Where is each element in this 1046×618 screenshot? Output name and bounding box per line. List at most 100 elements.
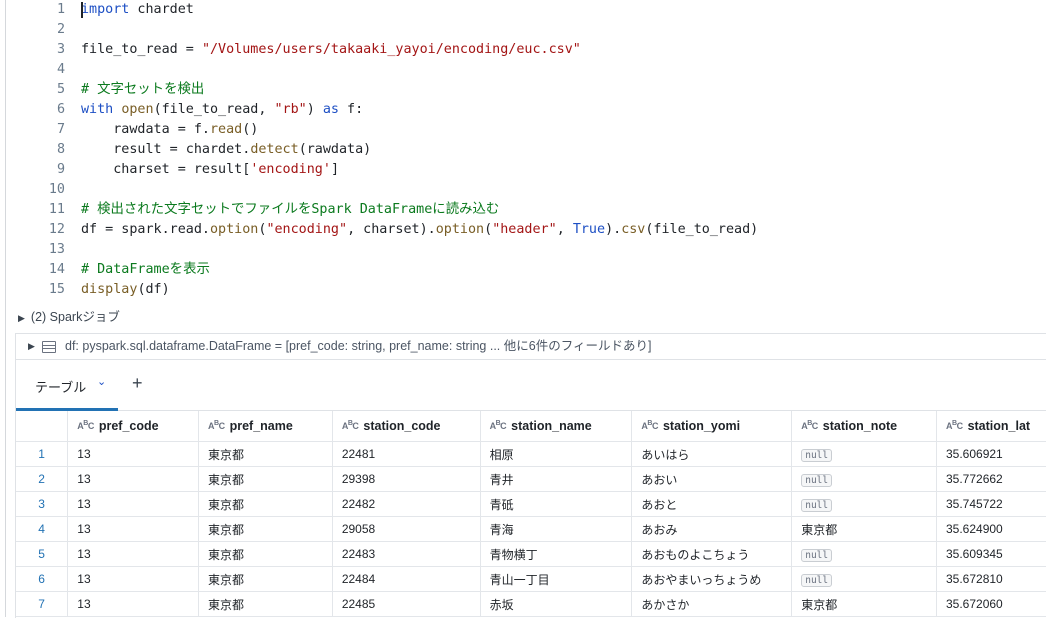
add-tab-button[interactable]: + <box>132 373 143 393</box>
code-line[interactable]: 5# 文字セットを検出 <box>0 80 1046 100</box>
column-header-label: pref_code <box>99 419 159 433</box>
table-row[interactable]: 613東京都22484青山一丁目あおやまいっちょうめnull35.672810 <box>16 567 1046 592</box>
tab-table[interactable]: テーブル ⌄ <box>16 360 118 410</box>
table-cell: 35.745722 <box>937 492 1046 517</box>
table-cell: 東京都 <box>199 542 333 567</box>
row-index: 4 <box>16 517 68 542</box>
line-number: 14 <box>0 260 65 280</box>
row-index: 1 <box>16 442 68 467</box>
dataframe-schema-label: df: pyspark.sql.dataframe.DataFrame = [p… <box>65 334 651 359</box>
result-tabs: テーブル ⌄ + <box>16 360 1046 411</box>
table-cell: あおものよこちょう <box>632 542 792 567</box>
table-cell: null <box>792 492 937 517</box>
code-line[interactable]: 2 <box>0 20 1046 40</box>
null-badge: null <box>801 474 832 487</box>
table-cell: 13 <box>68 442 199 467</box>
code-editor[interactable]: 1import chardet23file_to_read = "/Volume… <box>0 0 1046 302</box>
table-cell: 東京都 <box>199 467 333 492</box>
table-row[interactable]: 713東京都22485赤坂あかさか東京都35.672060 <box>16 592 1046 617</box>
table-cell: 22485 <box>332 592 480 617</box>
column-header-label: station_lat <box>968 419 1031 433</box>
code-line[interactable]: 9 charset = result['encoding'] <box>0 160 1046 180</box>
chevron-down-icon[interactable]: ⌄ <box>97 375 106 388</box>
code-line[interactable]: 14# DataFrameを表示 <box>0 260 1046 280</box>
results-table: ABCpref_codeABCpref_nameABCstation_codeA… <box>16 411 1046 617</box>
code-text: display(df) <box>81 280 170 300</box>
code-line[interactable]: 13 <box>0 240 1046 260</box>
code-line[interactable]: 6with open(file_to_read, "rb") as f: <box>0 100 1046 120</box>
table-cell: 35.609345 <box>937 542 1046 567</box>
code-text: # 検出された文字セットでファイルをSpark DataFrameに読み込む <box>81 200 499 220</box>
table-cell: 29058 <box>332 517 480 542</box>
table-icon <box>42 341 56 353</box>
code-text: df = spark.read.option("encoding", chars… <box>81 220 758 240</box>
row-index: 7 <box>16 592 68 617</box>
code-line[interactable]: 10 <box>0 180 1046 200</box>
line-number: 3 <box>0 40 65 60</box>
column-header-pref-code[interactable]: ABC pref_code <box>68 411 199 442</box>
table-cell: null <box>792 467 937 492</box>
table-cell: 赤坂 <box>480 592 632 617</box>
tab-table-label: テーブル <box>35 377 86 396</box>
table-cell: 29398 <box>332 467 480 492</box>
code-text: charset = result['encoding'] <box>81 160 339 180</box>
table-row[interactable]: 113東京都22481相原あいはらnull35.606921 <box>16 442 1046 467</box>
code-line[interactable]: 8 result = chardet.detect(rawdata) <box>0 140 1046 160</box>
column-header-station-lat[interactable]: ABCstation_lat <box>937 411 1046 442</box>
line-number: 10 <box>0 180 65 200</box>
line-number: 8 <box>0 140 65 160</box>
table-cell: 青物横丁 <box>480 542 632 567</box>
row-index: 3 <box>16 492 68 517</box>
table-row[interactable]: 413東京都29058青海あおみ東京都35.624900 <box>16 517 1046 542</box>
text-cursor <box>81 2 83 18</box>
column-header-label: station_name <box>511 419 592 433</box>
code-line[interactable]: 4 <box>0 60 1046 80</box>
column-header-station-note[interactable]: ABCstation_note <box>792 411 937 442</box>
line-number: 6 <box>0 100 65 120</box>
null-badge: null <box>801 499 832 512</box>
table-cell: 13 <box>68 542 199 567</box>
null-badge: null <box>801 574 832 587</box>
table-cell: 22484 <box>332 567 480 592</box>
table-row[interactable]: 313東京都22482青砥あおとnull35.745722 <box>16 492 1046 517</box>
column-header-pref-name[interactable]: ABCpref_name <box>199 411 333 442</box>
code-text: rawdata = f.read() <box>81 120 258 140</box>
spark-jobs-toggle[interactable]: ▶(2) Sparkジョブ <box>18 308 120 326</box>
column-header-station-code[interactable]: ABCstation_code <box>332 411 480 442</box>
table-cell: 東京都 <box>199 442 333 467</box>
table-cell: 13 <box>68 592 199 617</box>
code-text: result = chardet.detect(rawdata) <box>81 140 371 160</box>
code-line[interactable]: 3file_to_read = "/Volumes/users/takaaki_… <box>0 40 1046 60</box>
line-number: 4 <box>0 60 65 80</box>
line-number: 1 <box>0 0 65 20</box>
table-cell: 22483 <box>332 542 480 567</box>
code-line[interactable]: 15 display(df) <box>0 280 1046 300</box>
line-number: 15 <box>0 280 65 300</box>
string-type-icon: ABC <box>77 421 94 431</box>
table-cell: あかさか <box>632 592 792 617</box>
table-row[interactable]: 213東京都29398青井あおいnull35.772662 <box>16 467 1046 492</box>
dataframe-schema-toggle[interactable]: ▶ df: pyspark.sql.dataframe.DataFrame = … <box>16 334 1046 360</box>
table-cell: 22482 <box>332 492 480 517</box>
column-header-label: station_yomi <box>663 419 740 433</box>
table-cell: null <box>792 442 937 467</box>
string-type-icon: ABC <box>801 421 818 431</box>
code-line[interactable]: 1import chardet <box>0 0 1046 20</box>
table-row[interactable]: 513東京都22483青物横丁あおものよこちょうnull35.609345 <box>16 542 1046 567</box>
line-number: 7 <box>0 120 65 140</box>
table-cell: 35.772662 <box>937 467 1046 492</box>
table-cell: 東京都 <box>792 517 937 542</box>
spark-jobs-label: (2) Sparkジョブ <box>31 310 120 324</box>
table-cell: あおやまいっちょうめ <box>632 567 792 592</box>
null-badge: null <box>801 549 832 562</box>
code-line[interactable]: 12 df = spark.read.option("encoding", cha… <box>0 220 1046 240</box>
string-type-icon: ABC <box>342 421 359 431</box>
result-panel: ▶ df: pyspark.sql.dataframe.DataFrame = … <box>15 333 1046 618</box>
column-header-station-name[interactable]: ABCstation_name <box>480 411 632 442</box>
row-index: 6 <box>16 567 68 592</box>
code-line[interactable]: 7 rawdata = f.read() <box>0 120 1046 140</box>
column-header-station-yomi[interactable]: ABCstation_yomi <box>632 411 792 442</box>
line-number: 12 <box>0 220 65 240</box>
code-line[interactable]: 11# 検出された文字セットでファイルをSpark DataFrameに読み込む <box>0 200 1046 220</box>
line-number: 13 <box>0 240 65 260</box>
